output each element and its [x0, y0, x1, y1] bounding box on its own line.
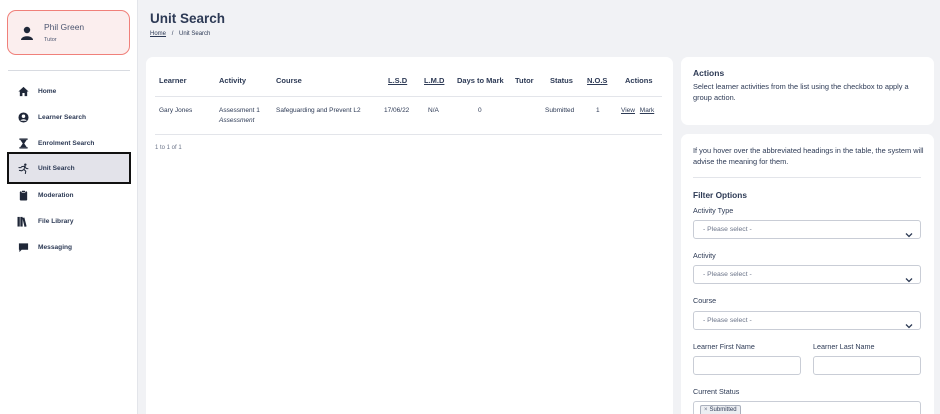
column-header-lsd[interactable]: L.S.D	[388, 76, 407, 85]
chevron-down-icon	[905, 317, 913, 329]
nav-item-home[interactable]: Home	[8, 79, 130, 103]
column-header-lmd[interactable]: L.M.D	[424, 76, 444, 85]
cell-lsd: 17/06/22	[384, 107, 410, 114]
pagination-summary: 1 to 1 of 1	[155, 145, 182, 151]
table-header: Learner Activity Course L.S.D L.M.D Days…	[155, 57, 662, 97]
cell-nos: 1	[596, 107, 600, 114]
status-tag-label: Submitted	[709, 407, 737, 413]
clipboard-icon	[17, 189, 29, 201]
nav-item-unit-search[interactable]: Unit Search	[7, 152, 131, 184]
nav-item-messaging[interactable]: Messaging	[8, 235, 130, 259]
nav-item-label: Home	[38, 87, 57, 95]
chat-icon	[17, 241, 29, 253]
actions-title: Actions	[693, 68, 725, 78]
breadcrumb-separator: /	[171, 31, 174, 37]
course-label: Course	[693, 296, 717, 305]
filter-divider	[693, 177, 921, 178]
nav-item-label: Unit Search	[38, 164, 75, 172]
cell-activity: Assessment 1 Assessment	[219, 107, 260, 124]
user-name: Phil Green	[44, 22, 85, 32]
activity-type-select[interactable]: - Please select -	[693, 220, 921, 239]
activity-select[interactable]: - Please select -	[693, 265, 921, 284]
activity-label: Activity	[693, 251, 716, 260]
activity-type: Assessment	[219, 117, 255, 124]
remove-tag-icon[interactable]: ×	[704, 407, 708, 413]
nav-item-label: Messaging	[38, 243, 73, 251]
user-circle-icon	[17, 111, 29, 123]
learner-first-name-input[interactable]	[693, 356, 801, 375]
user-avatar-icon	[19, 25, 35, 41]
chevron-down-icon	[905, 226, 913, 238]
nav-item-moderation[interactable]: Moderation	[8, 183, 130, 207]
breadcrumb-home-link[interactable]: Home	[150, 31, 166, 37]
nav-item-label: File Library	[38, 217, 74, 225]
page-title: Unit Search	[150, 11, 226, 26]
learner-last-name-input[interactable]	[813, 356, 921, 375]
nav-item-learner-search[interactable]: Learner Search	[8, 105, 130, 129]
cell-status: Submitted	[545, 107, 575, 114]
chevron-down-icon	[905, 407, 913, 414]
course-value: - Please select -	[703, 317, 752, 324]
cell-learner: Gary Jones	[159, 107, 193, 114]
mark-link[interactable]: Mark	[640, 107, 654, 114]
chevron-down-icon	[905, 271, 913, 283]
cell-days-to-mark: 0	[478, 107, 482, 114]
books-icon	[17, 215, 29, 227]
activity-type-value: - Please select -	[703, 226, 752, 233]
results-card: Learner Activity Course L.S.D L.M.D Days…	[146, 57, 673, 414]
activity-value: - Please select -	[703, 271, 752, 278]
actions-description: Select learner activities from the list …	[693, 82, 909, 102]
column-header-status[interactable]: Status	[550, 76, 573, 85]
table-row: Gary Jones Assessment 1 Assessment Safeg…	[155, 97, 662, 135]
column-header-learner[interactable]: Learner	[159, 76, 187, 85]
cell-course: Safeguarding and Prevent L2	[276, 107, 361, 114]
abbreviation-hint: If you hover over the abbreviated headin…	[693, 146, 924, 166]
filter-panel: If you hover over the abbreviated headin…	[681, 134, 934, 414]
column-header-activity[interactable]: Activity	[219, 76, 246, 85]
sidebar: Phil Green Tutor Home Learner Search Enr…	[0, 0, 138, 414]
current-status-label: Current Status	[693, 387, 740, 396]
status-tag-submitted: × Submitted	[700, 405, 741, 414]
cell-actions: View Mark	[621, 107, 654, 114]
sidebar-divider	[8, 70, 130, 71]
nav-item-label: Learner Search	[38, 113, 87, 121]
activity-type-label: Activity Type	[693, 206, 734, 215]
column-header-tutor[interactable]: Tutor	[515, 76, 534, 85]
nav-item-label: Enrolment Search	[38, 139, 95, 147]
user-role: Tutor	[44, 37, 57, 43]
running-person-icon	[17, 162, 29, 174]
column-header-nos[interactable]: N.O.S	[587, 76, 607, 85]
column-header-actions: Actions	[625, 76, 653, 85]
nav-item-file-library[interactable]: File Library	[8, 209, 130, 233]
breadcrumb-current: Unit Search	[179, 31, 211, 37]
actions-panel: Actions Select learner activities from t…	[681, 57, 934, 125]
activity-name: Assessment 1	[219, 107, 260, 114]
course-select[interactable]: - Please select -	[693, 311, 921, 330]
hourglass-icon	[17, 137, 29, 149]
nav-item-label: Moderation	[38, 191, 74, 199]
learner-first-name-label: Learner First Name	[693, 342, 755, 351]
column-header-days-to-mark[interactable]: Days to Mark	[457, 76, 504, 85]
home-icon	[17, 85, 29, 97]
filter-options-title: Filter Options	[693, 190, 747, 200]
user-profile-card[interactable]: Phil Green Tutor	[7, 10, 130, 55]
breadcrumb: Home / Unit Search	[150, 31, 210, 37]
view-link[interactable]: View	[621, 107, 635, 114]
column-header-course[interactable]: Course	[276, 76, 302, 85]
cell-lmd: N/A	[428, 107, 439, 114]
learner-last-name-label: Learner Last Name	[813, 342, 875, 351]
